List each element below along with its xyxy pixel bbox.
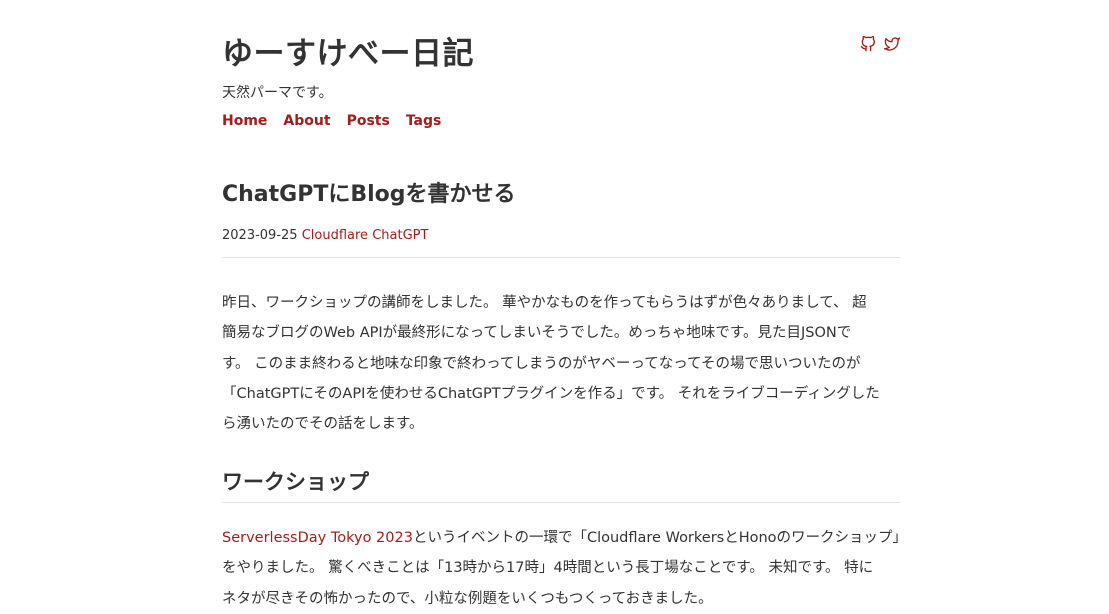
nav-posts[interactable]: Posts [347,113,390,129]
section-line: をやりました。 驚くべきことは「13時から17時」4時間という長丁場なことです。… [222,560,874,577]
post-date: 2023-09-25 [222,228,298,243]
twitter-icon [884,36,900,52]
post-meta: 2023-09-25 Cloudflare ChatGPT [222,228,428,243]
site-title[interactable]: ゆーすけべー日記 [222,28,474,73]
intro-line: ら湧いたのでその話をします。 [222,416,424,433]
intro-paragraph: 昨日、ワークショップの講師をしました。 華やかなものを作ってもらうはずが色々あり… [222,288,900,439]
post-title: ChatGPTにBlogを書かせる [222,182,516,207]
nav-tags[interactable]: Tags [406,113,442,129]
intro-line: 簡易なブログのWeb APIが最終形になってしまいそうでした。めっちゃ地味です。… [222,325,852,342]
meta-divider [222,257,900,258]
social-links [860,36,900,52]
intro-line: 昨日、ワークショップの講師をしました。 華やかなものを作ってもらうはずが色々あり… [222,295,867,311]
serverlessday-link[interactable]: ServerlessDay Tokyo 2023 [222,530,413,546]
twitter-link[interactable] [884,36,900,52]
intro-line: 「ChatGPTにそのAPIを使わせるChatGPTプラグインを作る」です。 そ… [222,385,880,402]
nav-home[interactable]: Home [222,113,267,129]
site-tagline: 天然パーマです。 [222,85,333,101]
tag-link-cloudflare[interactable]: Cloudflare [302,228,368,243]
section-heading: ワークショップ [222,470,369,494]
github-link[interactable] [860,36,876,52]
intro-line: す。 このまま終わると地味な印象で終わってしまうのがヤベーってなってその場で思い… [222,355,861,372]
section-line: ネタが尽きその怖かったので、小粒な例題をいくつもつくっておきました。 [222,590,713,607]
nav-about[interactable]: About [283,113,330,129]
section-divider [222,502,900,503]
section-paragraph: ServerlessDay Tokyo 2023というイベントの一環で「Clou… [222,523,907,614]
section-line-text: というイベントの一環で「Cloudflare WorkersとHonoのワークシ… [412,530,908,546]
main-nav: Home About Posts Tags [222,113,457,129]
tag-link-chatgpt[interactable]: ChatGPT [372,228,428,243]
section-line: ServerlessDay Tokyo 2023というイベントの一環で「Clou… [222,523,907,553]
github-icon [860,36,876,52]
